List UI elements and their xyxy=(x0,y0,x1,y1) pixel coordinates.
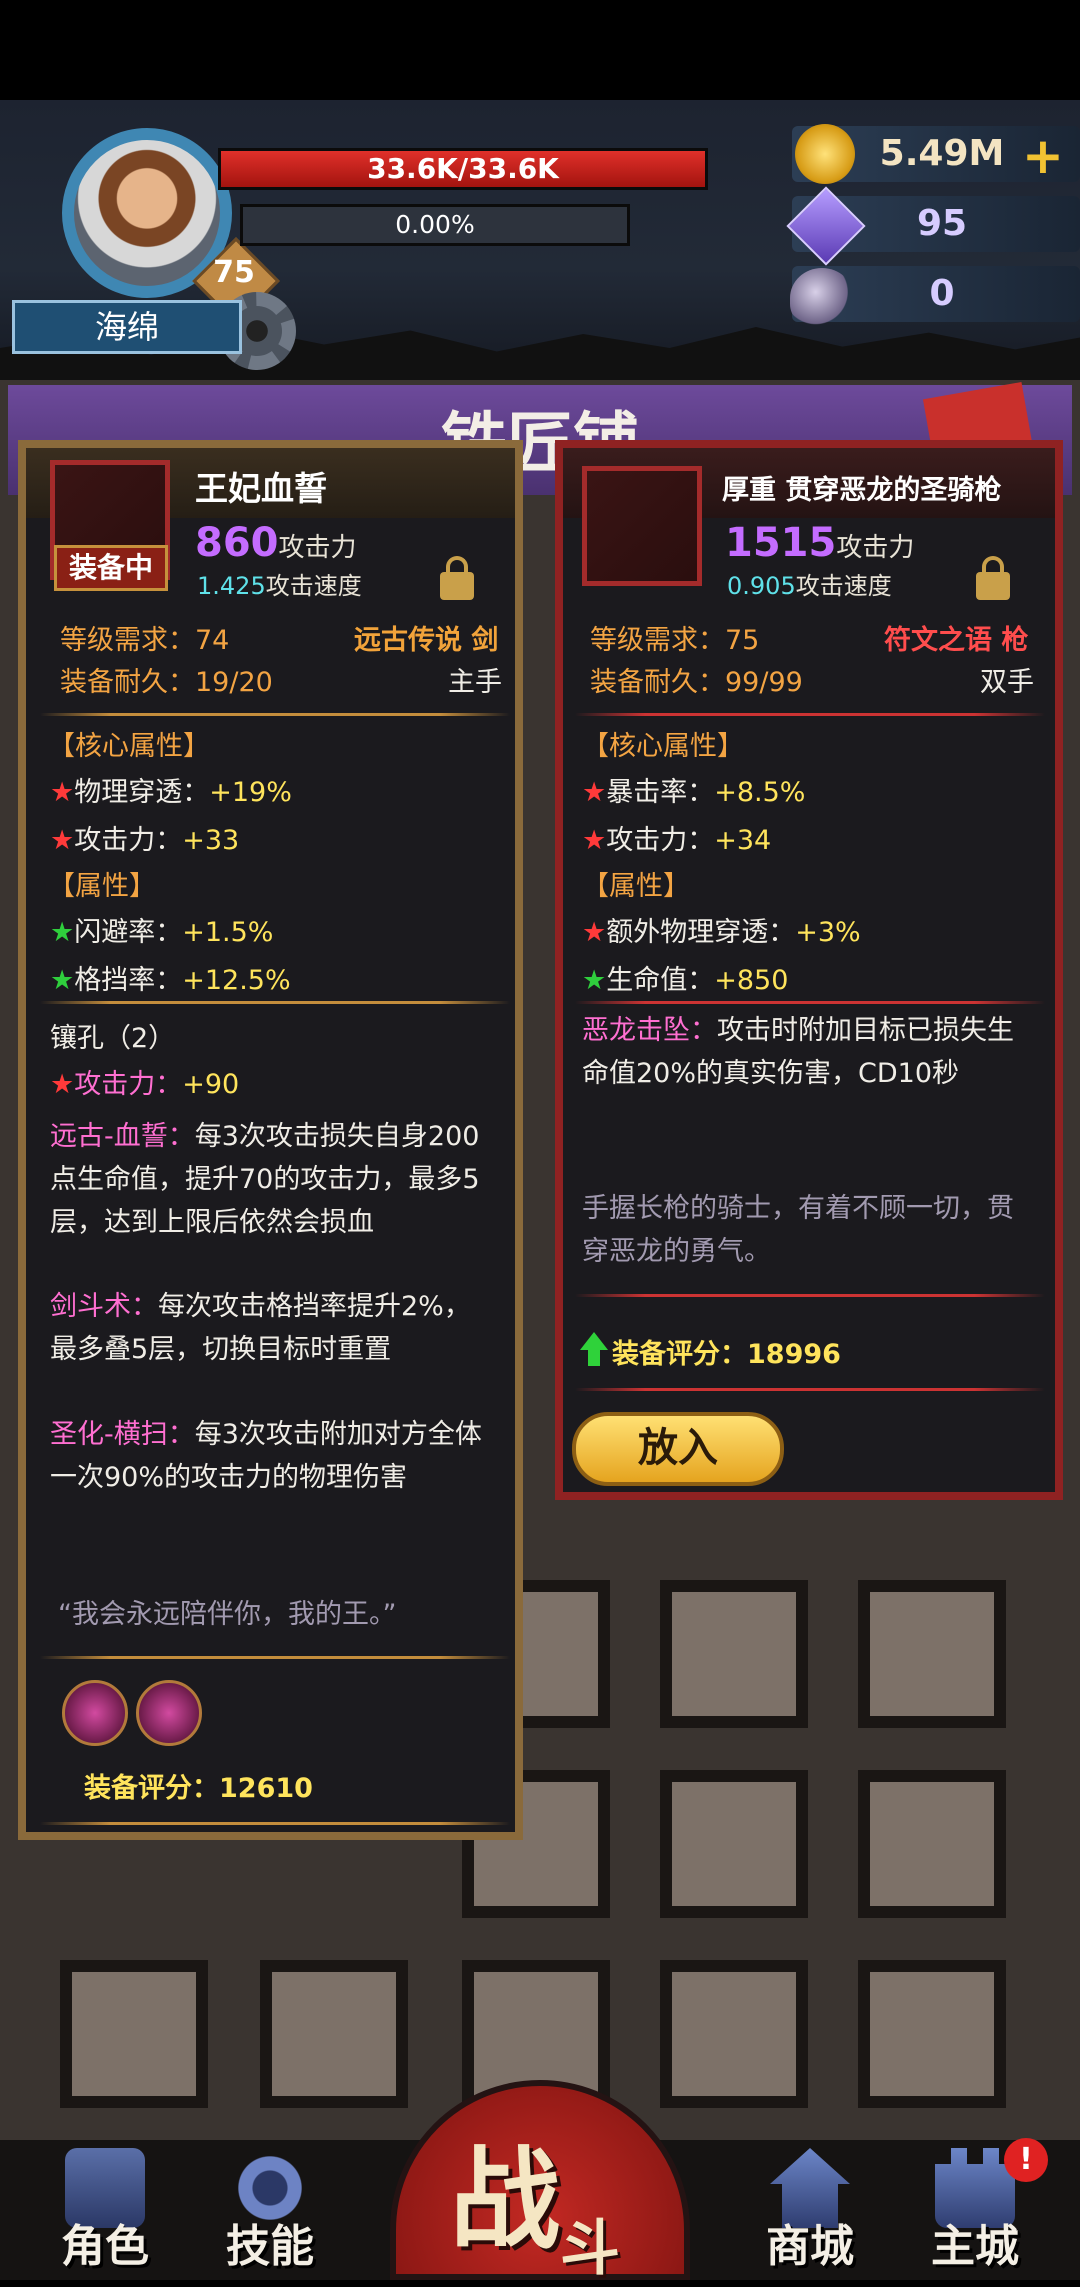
exp-bar: 0.00% xyxy=(240,204,630,246)
equipped-attack: 860攻击力 xyxy=(195,520,357,566)
flavor-quote: “我会永远陪伴你，我的王。” xyxy=(58,1599,397,1630)
flavor-text: 手握长枪的骑士，有着不顾一切，贯穿恶龙的勇气。 xyxy=(582,1193,1014,1267)
divider xyxy=(575,1001,1045,1004)
speed-label: 攻击速度 xyxy=(795,572,892,600)
attr-header: 【属性】 xyxy=(48,871,156,902)
gold-coin-icon xyxy=(795,124,855,184)
socket-header: 镶孔（2） xyxy=(50,1023,176,1054)
divider xyxy=(575,1294,1045,1297)
attr-header: 【属性】 xyxy=(582,871,690,902)
divider xyxy=(575,713,1045,716)
stat-row: ★攻击力：+34 xyxy=(582,825,772,856)
divider xyxy=(575,1388,1045,1391)
equipped-badge: 装备中 xyxy=(54,545,168,591)
speed-value: 1.425 xyxy=(197,572,266,600)
speed-value: 0.905 xyxy=(727,572,796,600)
nav-skills-label: 技能 xyxy=(226,2221,314,2272)
socket-gem-icon xyxy=(62,1680,128,1746)
socket-stat: ★攻击力：+90 xyxy=(50,1069,240,1100)
equipment-score: 装备评分：12610 xyxy=(84,1773,313,1804)
lock-icon-body[interactable] xyxy=(976,572,1010,600)
put-in-button[interactable]: 放入 xyxy=(572,1412,784,1486)
divider xyxy=(40,1001,510,1004)
attack-label: 攻击力 xyxy=(278,533,357,563)
stat-row: ★生命值：+850 xyxy=(582,965,789,996)
stat-row: ★格挡率：+12.5% xyxy=(50,965,291,996)
stat-row: ★攻击力：+33 xyxy=(50,825,240,856)
hand-type: 主手 xyxy=(448,667,502,698)
nav-skills-button[interactable]: 技能 xyxy=(195,2140,345,2280)
alert-badge: ! xyxy=(1004,2138,1048,2182)
hp-bar: 33.6K/33.6K xyxy=(218,148,708,190)
divider xyxy=(40,713,510,716)
level-requirement: 等级需求：74 xyxy=(60,625,230,656)
player-name: 海绵 xyxy=(12,300,242,354)
stat-row: ★额外物理穿透：+3% xyxy=(582,917,861,948)
skill-description: 恶龙击坠：攻击时附加目标已损失生命值20%的真实伤害，CD10秒 xyxy=(582,1015,1014,1089)
horn-amount: 0 xyxy=(929,273,955,314)
compare-speed: 0.905攻击速度 xyxy=(727,566,892,601)
lock-icon-body[interactable] xyxy=(440,572,474,600)
add-gold-button[interactable]: + xyxy=(1022,127,1064,185)
equipped-speed: 1.425攻击速度 xyxy=(197,566,362,601)
divider xyxy=(40,1822,510,1825)
speed-label: 攻击速度 xyxy=(265,572,362,600)
skill-description: 远古-血誓：每3次攻击损失自身200点生命值，提升70的攻击力，最多5层，达到上… xyxy=(50,1121,480,1238)
nav-store-label: 商城 xyxy=(766,2221,854,2272)
attack-label: 攻击力 xyxy=(836,533,915,563)
compare-item-name: 厚重 贯穿恶龙的圣骑枪 xyxy=(722,475,1002,506)
compare-attack: 1515攻击力 xyxy=(725,520,914,566)
inventory-slot[interactable] xyxy=(260,1960,408,2108)
attack-value: 1515 xyxy=(725,520,837,566)
lance-item-icon xyxy=(582,466,702,586)
inventory-slot[interactable] xyxy=(660,1960,808,2108)
nav-character-button[interactable]: 角色 xyxy=(30,2140,180,2280)
skill-description: 圣化-横扫：每3次攻击附加对方全体一次90%的攻击力的物理伤害 xyxy=(50,1419,482,1493)
attack-value: 860 xyxy=(195,520,279,566)
nav-character-label: 角色 xyxy=(61,2221,149,2272)
nav-city-label: 主城 xyxy=(931,2221,1019,2272)
inventory-slot[interactable] xyxy=(858,1960,1006,2108)
equipped-item-name: 王妃血誓 xyxy=(195,469,327,508)
inventory-slot[interactable] xyxy=(858,1580,1006,1728)
core-header: 【核心属性】 xyxy=(48,731,210,762)
stat-row: ★暴击率：+8.5% xyxy=(582,777,806,808)
equipment-score: 装备评分：18996 xyxy=(612,1339,841,1370)
crystal-amount: 95 xyxy=(916,203,968,244)
inventory-slot[interactable] xyxy=(60,1960,208,2108)
durability: 装备耐久：99/99 xyxy=(590,667,803,698)
divider xyxy=(40,1656,510,1659)
inventory-slot[interactable] xyxy=(660,1580,808,1728)
gold-amount: 5.49M xyxy=(879,133,1005,174)
nav-store-button[interactable]: 商城 xyxy=(735,2140,885,2280)
ram-horn-icon xyxy=(790,268,854,328)
player-level: 75 xyxy=(213,255,255,290)
inventory-slot[interactable] xyxy=(660,1770,808,1918)
battle-label-big: 战 xyxy=(450,2136,560,2264)
stat-row: ★闪避率：+1.5% xyxy=(50,917,274,948)
arrow-up-icon-stem xyxy=(588,1348,600,1366)
hand-type: 双手 xyxy=(980,667,1034,698)
core-header: 【核心属性】 xyxy=(582,731,744,762)
item-type: 符文之语 枪 xyxy=(884,625,1029,656)
stat-row: ★物理穿透：+19% xyxy=(50,777,292,808)
inventory-slot[interactable] xyxy=(858,1770,1006,1918)
socket-gem-icon xyxy=(136,1680,202,1746)
item-type: 远古传说 剑 xyxy=(354,625,499,656)
level-requirement: 等级需求：75 xyxy=(590,625,760,656)
battle-label-small: 斗 xyxy=(560,2214,620,2284)
durability: 装备耐久：19/20 xyxy=(60,667,273,698)
skill-description: 剑斗术：每次攻击格挡率提升2%，最多叠5层，切换目标时重置 xyxy=(50,1291,471,1365)
